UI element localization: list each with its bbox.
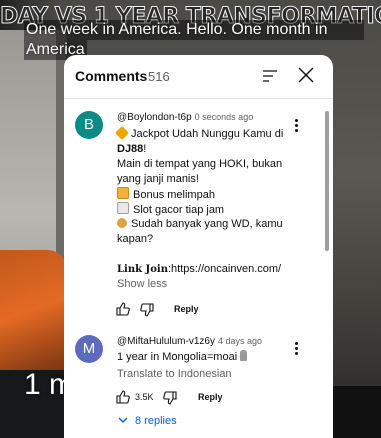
link-label: Link Join [117,264,168,275]
thumbs-down-icon [163,391,177,405]
scrollbar-thumb[interactable] [325,111,329,251]
dislike-button[interactable] [162,390,178,406]
avatar[interactable]: B [75,111,103,139]
comment-text-line: yang janji manis! [117,173,199,185]
caption-line-1: One week in America. Hello. One month in [24,20,364,40]
video-edge-shadow [333,386,381,438]
author-name[interactable]: @MiftaHululum-v1z6y [117,336,215,347]
like-button[interactable] [115,389,131,405]
comment-text-line: Main di tempat yang HOKI, bukan [117,158,283,170]
comment-menu-button[interactable] [290,340,302,358]
author-name[interactable]: @Boylondon-t6p [117,112,192,123]
money-bag-emoji-icon [117,218,127,228]
close-icon [298,67,314,83]
comment-text-line: kapan? [117,233,154,245]
comment-author[interactable]: @Boylondon-t6p 0 seconds ago [117,112,253,123]
moai-emoji-icon [240,350,248,361]
thumbs-up-icon [116,390,130,404]
translate-button[interactable]: Translate to Indonesian [117,368,232,380]
like-button[interactable] [115,301,131,317]
comment-text-line: Sudah banyak yang WD, kamu [117,217,283,232]
reply-button[interactable]: Reply [198,392,223,402]
more-vert-icon [294,119,298,122]
comment-menu-button[interactable] [290,117,302,135]
comment-link-line: Link Join:https://oncainven.com/ [117,262,281,277]
dislike-button[interactable] [139,302,155,318]
gift-emoji-icon [117,187,129,199]
comment-text-line: 1 year in Mongolia=moai [117,350,251,365]
like-count: 3.5K [135,392,154,402]
show-less-button[interactable]: Show less [117,278,167,290]
comments-title: Comments [75,68,148,84]
more-vert-icon [294,342,298,345]
video-caption: One week in America. Hello. One month in… [24,20,364,60]
chevron-down-icon [118,417,128,423]
comment-time: 4 days ago [217,336,263,346]
close-button[interactable] [296,65,316,85]
avatar-letter: B [83,116,94,133]
comment-author[interactable]: @MiftaHululum-v1z6y 4 days ago [117,336,262,347]
view-replies-button[interactable]: 8 replies [118,415,177,427]
collision-emoji-icon [114,125,130,141]
comment-text-line: Jackpot Udah Nunggu Kamu di [114,125,283,142]
sort-button[interactable] [260,66,280,86]
header-divider [64,98,333,99]
replies-label: 8 replies [135,415,177,427]
chart-emoji-icon [117,202,129,214]
comments-header: Comments 516 [64,55,333,97]
thumbs-down-icon [140,303,154,317]
reply-button[interactable]: Reply [174,304,199,314]
comment-text-line: Bonus melimpah [117,187,215,203]
comments-count: 516 [148,69,170,84]
avatar-letter: M [82,340,96,357]
thumbs-up-icon [116,302,130,316]
comment-text-line: Slot gacor tiap jam [117,202,224,218]
comment-time: 0 seconds ago [194,112,254,122]
avatar[interactable]: M [75,335,103,363]
person-image [0,250,66,370]
comments-panel: Comments 516 B @Boylondon-t6p 0 seconds a… [64,55,333,438]
link-url[interactable]: :https://oncainven.com/ [168,263,281,275]
comment-text-line: DJ88! [117,143,147,155]
sort-icon [263,70,277,82]
